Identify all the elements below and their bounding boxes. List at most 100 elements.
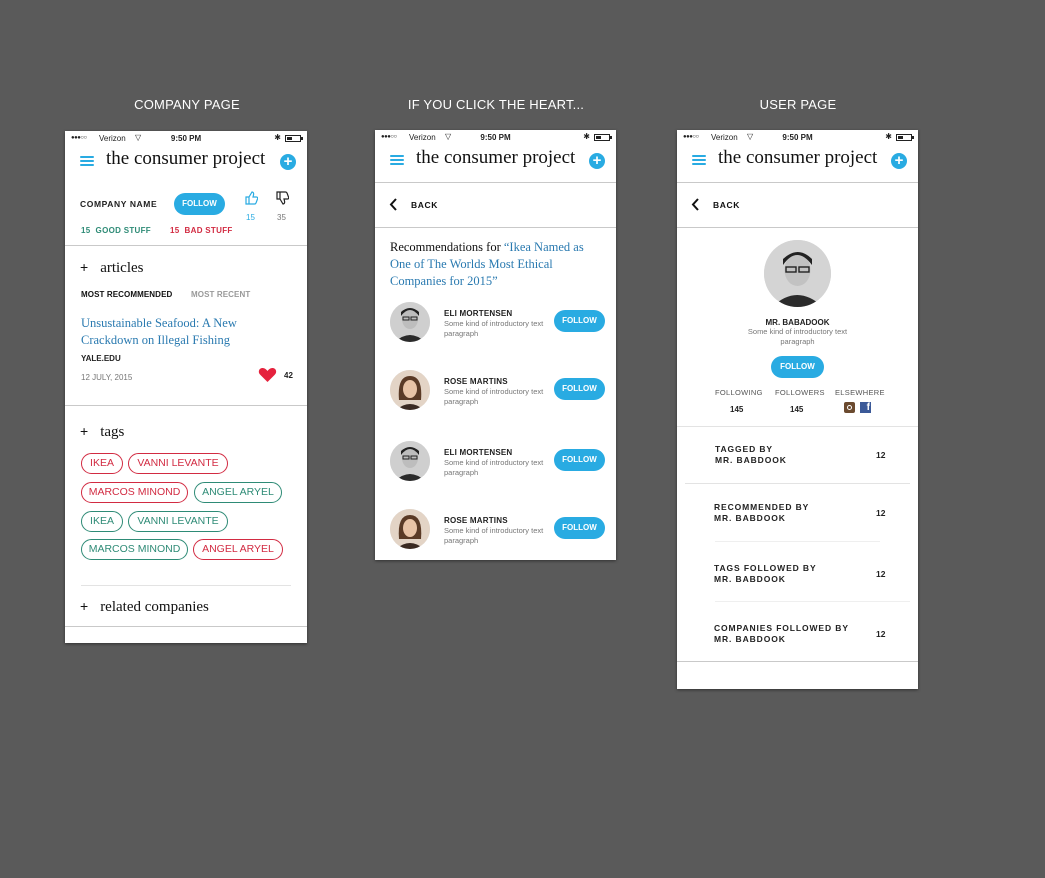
person-name: ROSE MARTINS xyxy=(444,516,508,525)
expand-icon: + xyxy=(80,423,89,439)
companies-followed-by-row[interactable]: COMPANIES FOLLOWED BY MR. BABDOOK 12 xyxy=(677,623,918,649)
follow-user-button[interactable]: FOLLOW xyxy=(771,356,824,378)
person-description: Some kind of introductory text paragraph xyxy=(444,458,544,477)
tags-heading: tags xyxy=(100,424,125,440)
avatar[interactable] xyxy=(390,509,430,549)
back-label: BACK xyxy=(411,200,438,210)
avatar[interactable] xyxy=(390,302,430,342)
following-label: FOLLOWING xyxy=(715,388,763,397)
menu-icon[interactable] xyxy=(390,155,404,165)
recommended-by-row[interactable]: RECOMMENDED BY MR. BABDOOK 12 xyxy=(677,502,918,528)
status-time: 9:50 PM xyxy=(782,133,813,142)
facebook-icon[interactable]: f xyxy=(860,402,871,413)
avatar[interactable] xyxy=(390,441,430,481)
person-name: ROSE MARTINS xyxy=(444,377,508,386)
tab-most-recommended[interactable]: MOST RECOMMENDED xyxy=(81,290,172,299)
divider xyxy=(375,182,616,183)
user-page-screen: ●●●○○ Verizon ▽ 9:50 PM ✱ the consumer p… xyxy=(677,130,918,689)
tab-most-recent[interactable]: MOST RECENT xyxy=(191,290,250,299)
row-label-line1: TAGS FOLLOWED BY xyxy=(714,563,817,573)
panel-title-company: COMPANY PAGE xyxy=(134,97,240,112)
follow-button[interactable]: FOLLOW xyxy=(554,449,605,471)
list-item: ELI MORTENSEN Some kind of introductory … xyxy=(375,441,616,485)
profile-avatar xyxy=(764,240,831,307)
row-label: TAGGED BY MR. BABDOOK xyxy=(715,444,787,466)
tagged-by-row[interactable]: TAGGED BY MR. BABDOOK 12 xyxy=(677,444,918,470)
tag-chip[interactable]: VANNI LEVANTE xyxy=(128,511,228,532)
person-description: Some kind of introductory text paragraph xyxy=(444,526,544,545)
follow-button[interactable]: FOLLOW xyxy=(554,378,605,400)
tag-chip[interactable]: MARCOS MINOND xyxy=(81,539,188,560)
articles-section-toggle[interactable]: + articles xyxy=(80,259,144,277)
thumbs-up-count: 15 xyxy=(246,213,255,222)
divider xyxy=(677,426,918,427)
status-bar: ●●●○○ Verizon ▽ 9:50 PM ✱ xyxy=(375,130,616,146)
elsewhere-label: ELSEWHERE xyxy=(835,388,885,397)
tag-chip[interactable]: IKEA xyxy=(81,511,123,532)
divider xyxy=(65,245,307,246)
status-bar: ●●●○○ Verizon ▽ 9:50 PM ✱ xyxy=(65,131,307,147)
article-title-link[interactable]: Unsustainable Seafood: A New Crackdown o… xyxy=(81,315,271,349)
row-label-line2: MR. BABDOOK xyxy=(714,574,786,584)
divider xyxy=(375,227,616,228)
follow-button[interactable]: FOLLOW xyxy=(554,517,605,539)
good-stuff-label: GOOD STUFF xyxy=(95,226,151,235)
bluetooth-icon: ✱ xyxy=(274,133,281,142)
back-button[interactable]: BACK xyxy=(691,198,751,212)
related-companies-toggle[interactable]: + related companies xyxy=(80,598,209,616)
bad-stuff-link[interactable]: 15 BAD STUFF xyxy=(170,226,233,235)
divider xyxy=(81,585,291,586)
menu-icon[interactable] xyxy=(692,155,706,165)
follow-company-button[interactable]: FOLLOW xyxy=(174,193,225,215)
row-label-line2: MR. BABDOOK xyxy=(715,455,787,465)
add-icon[interactable]: + xyxy=(280,154,296,170)
app-bar: the consumer project + xyxy=(65,147,307,175)
article-source: YALE.EDU xyxy=(81,354,121,363)
recommendations-prefix: Recommendations for xyxy=(390,240,504,254)
status-bar: ●●●○○ Verizon ▽ 9:50 PM ✱ xyxy=(677,130,918,146)
tag-chip[interactable]: MARCOS MINOND xyxy=(81,482,188,503)
person-description: Some kind of introductory text paragraph xyxy=(444,387,544,406)
tag-chip[interactable]: IKEA xyxy=(81,453,123,474)
thumbs-down-icon[interactable] xyxy=(275,191,289,206)
back-button[interactable]: BACK xyxy=(389,198,449,212)
menu-icon[interactable] xyxy=(80,156,94,166)
instagram-icon[interactable] xyxy=(844,402,855,413)
brand-title: the consumer project xyxy=(106,148,266,169)
panel-title-user: USER PAGE xyxy=(759,97,837,112)
person-name: ELI MORTENSEN xyxy=(444,309,513,318)
row-label-line1: TAGGED BY xyxy=(715,444,774,454)
panel-title-heart: IF YOU CLICK THE HEART... xyxy=(407,97,585,112)
avatar[interactable] xyxy=(390,370,430,410)
followers-count[interactable]: 145 xyxy=(790,405,803,414)
row-value: 12 xyxy=(876,450,886,460)
tags-followed-by-row[interactable]: TAGS FOLLOWED BY MR. BABDOOK 12 xyxy=(677,563,918,589)
tag-chip[interactable]: VANNI LEVANTE xyxy=(128,453,228,474)
person-name: ELI MORTENSEN xyxy=(444,448,513,457)
chevron-left-icon xyxy=(691,198,699,211)
following-count[interactable]: 145 xyxy=(730,405,743,414)
battery-icon xyxy=(594,134,612,141)
bluetooth-icon: ✱ xyxy=(885,132,892,141)
add-icon[interactable]: + xyxy=(891,153,907,169)
follow-button[interactable]: FOLLOW xyxy=(554,310,605,332)
tag-chip[interactable]: ANGEL ARYEL xyxy=(194,482,282,503)
tags-section-toggle[interactable]: + tags xyxy=(80,423,124,441)
back-label: BACK xyxy=(713,200,740,210)
profile-description: Some kind of introductory text paragraph xyxy=(747,327,848,346)
row-label: COMPANIES FOLLOWED BY MR. BABDOOK xyxy=(714,623,849,645)
thumbs-up-icon[interactable] xyxy=(244,190,258,205)
add-icon[interactable]: + xyxy=(589,153,605,169)
row-label: TAGS FOLLOWED BY MR. BABDOOK xyxy=(714,563,817,585)
row-value: 12 xyxy=(876,569,886,579)
recommendations-heading: Recommendations for “Ikea Named as One o… xyxy=(390,239,602,290)
list-item: ROSE MARTINS Some kind of introductory t… xyxy=(375,509,616,553)
profile-name: MR. BABADOOK xyxy=(765,318,830,327)
row-label-line1: COMPANIES FOLLOWED BY xyxy=(714,623,849,633)
heart-icon[interactable] xyxy=(258,367,277,383)
expand-icon: + xyxy=(80,259,89,275)
brand-title: the consumer project xyxy=(718,147,878,168)
tag-chip[interactable]: ANGEL ARYEL xyxy=(193,539,283,560)
divider xyxy=(65,405,307,406)
good-stuff-link[interactable]: 15 GOOD STUFF xyxy=(81,226,151,235)
